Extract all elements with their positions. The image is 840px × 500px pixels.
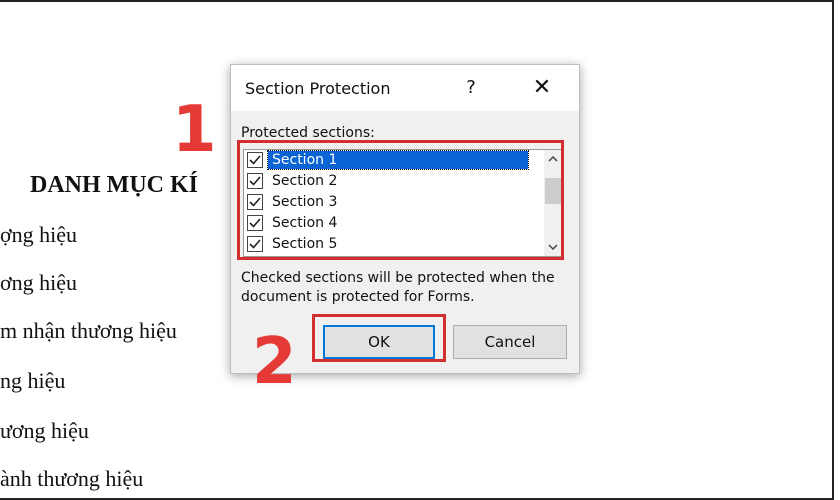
document-line-1: ợng hiệu bbox=[0, 222, 78, 247]
document-line-6: ành thương hiệu bbox=[0, 466, 144, 491]
cancel-button[interactable]: Cancel bbox=[453, 325, 567, 359]
document-heading: DANH MỤC KÍ bbox=[30, 172, 198, 198]
dialog-title: Section Protection bbox=[245, 79, 391, 98]
step-1-label: 1 bbox=[172, 93, 217, 167]
close-button[interactable]: ✕ bbox=[527, 75, 557, 101]
document-line-3: m nhận thương hiệu bbox=[0, 318, 177, 343]
help-button[interactable]: ? bbox=[457, 75, 485, 101]
ok-highlight-box bbox=[312, 314, 446, 362]
list-highlight-box bbox=[237, 140, 564, 260]
document-line-4: ng hiệu bbox=[0, 368, 66, 393]
protected-sections-label: Protected sections: bbox=[241, 125, 375, 141]
dialog-titlebar[interactable]: Section Protection ? ✕ bbox=[231, 65, 579, 111]
document-line-2: ơng hiệu bbox=[0, 270, 78, 295]
step-2-label: 2 bbox=[252, 325, 297, 399]
document-line-5: ương hiệu bbox=[0, 418, 89, 443]
protection-description: Checked sections will be protected when … bbox=[241, 270, 555, 305]
